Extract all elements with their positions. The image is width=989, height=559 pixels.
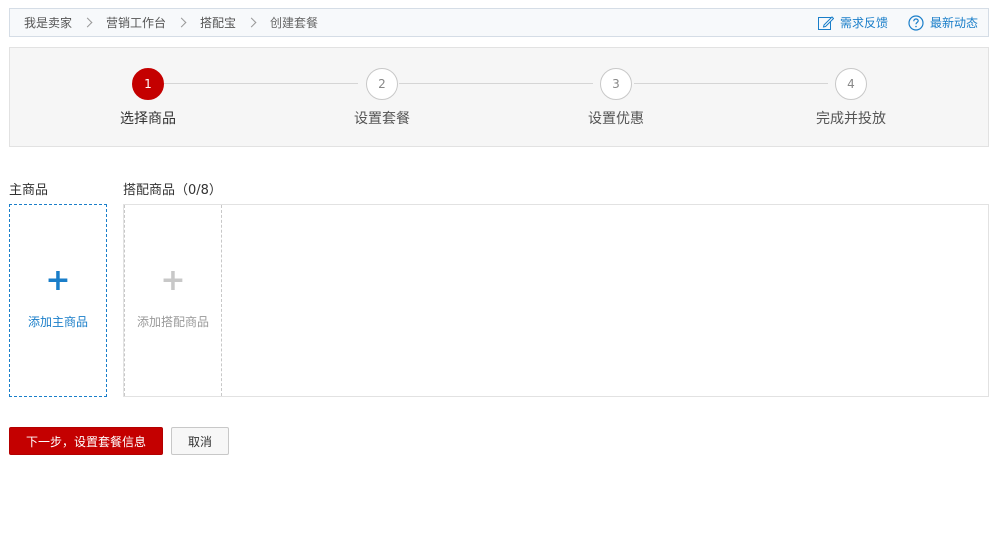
step-select-product: 1 选择商品 <box>78 68 218 128</box>
breadcrumb: 我是卖家 营销工作台 搭配宝 创建套餐 <box>24 14 318 31</box>
plus-icon: + <box>160 263 186 298</box>
breadcrumb-item-marketing[interactable]: 营销工作台 <box>106 14 166 31</box>
cancel-button[interactable]: 取消 <box>171 427 229 455</box>
add-main-product-label: 添加主商品 <box>27 315 88 329</box>
step-set-package: 2 设置套餐 <box>312 68 452 128</box>
chevron-right-icon <box>176 17 187 28</box>
breadcrumb-item-dapeibao[interactable]: 搭配宝 <box>200 14 236 31</box>
chevron-right-icon <box>246 17 257 28</box>
breadcrumb-item-create-package: 创建套餐 <box>270 16 319 30</box>
step-number: 4 <box>835 68 867 100</box>
step-label: 设置套餐 <box>354 111 410 127</box>
step-set-discount: 3 设置优惠 <box>546 68 686 128</box>
next-step-button[interactable]: 下一步，设置套餐信息 <box>9 427 163 455</box>
help-circle-icon <box>908 14 924 31</box>
main-product-title: 主商品 <box>9 183 49 198</box>
step-progress: 1 选择商品 2 设置套餐 3 设置优惠 4 完成并投放 <box>9 47 989 147</box>
step-finish-launch: 4 完成并投放 <box>781 68 921 128</box>
feedback-link[interactable]: 需求反馈 <box>817 14 888 31</box>
step-label: 完成并投放 <box>816 111 886 127</box>
breadcrumb-item-seller[interactable]: 我是卖家 <box>24 14 72 31</box>
edit-icon <box>817 15 834 30</box>
add-main-product-button[interactable]: + 添加主商品 <box>9 204 107 397</box>
step-number: 3 <box>600 68 632 100</box>
news-link[interactable]: 最新动态 <box>908 14 978 31</box>
step-label: 设置优惠 <box>588 111 644 127</box>
plus-icon: + <box>45 263 71 298</box>
step-number: 1 <box>132 68 164 100</box>
header-links: 需求反馈 最新动态 <box>798 14 978 31</box>
step-number: 2 <box>366 68 398 100</box>
combo-products-area: + 添加搭配商品 <box>123 204 989 397</box>
combo-products-title: 搭配商品（0/8） <box>123 183 222 198</box>
chevron-right-icon <box>82 17 93 28</box>
add-combo-product-label: 添加搭配商品 <box>136 315 209 329</box>
news-label: 最新动态 <box>929 16 978 30</box>
feedback-label: 需求反馈 <box>839 16 888 30</box>
breadcrumb-bar: 我是卖家 营销工作台 搭配宝 创建套餐 需求反馈 最新动态 <box>9 8 989 37</box>
add-combo-product-button[interactable]: + 添加搭配商品 <box>124 205 222 396</box>
step-label: 选择商品 <box>120 111 176 127</box>
